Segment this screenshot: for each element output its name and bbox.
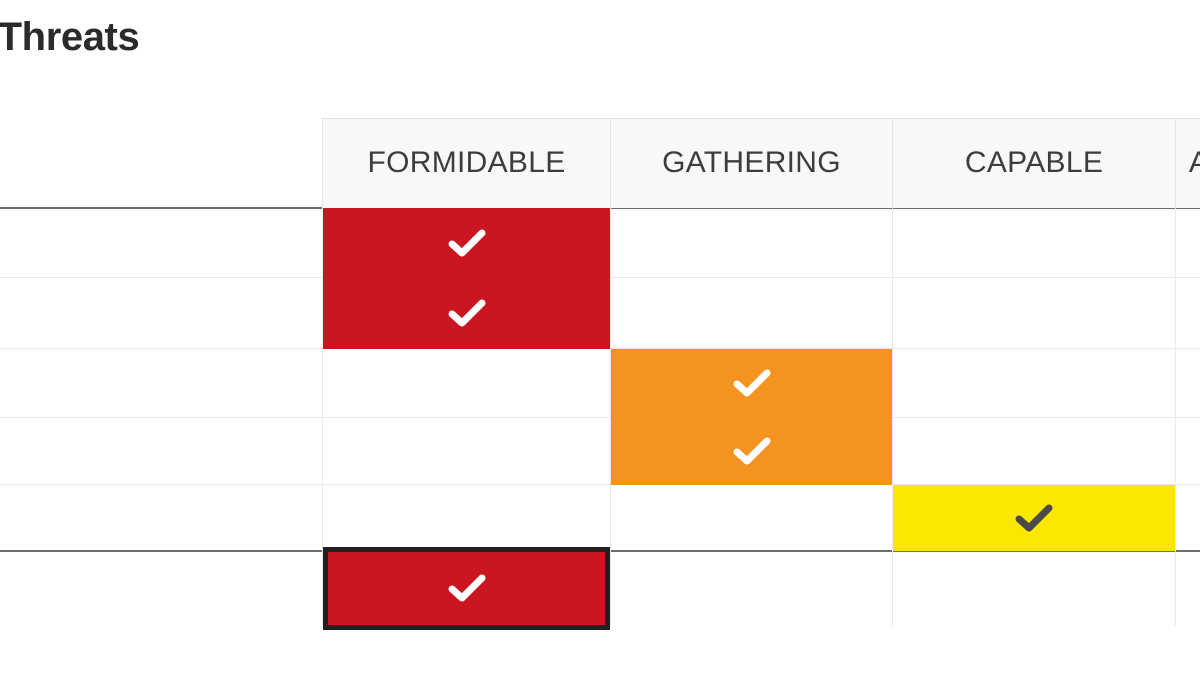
check-icon — [733, 369, 770, 397]
cell-a-row2[interactable] — [1175, 277, 1200, 349]
marked-cell-highlighted[interactable] — [323, 546, 610, 630]
table-row — [322, 546, 1200, 630]
cell-gathering-row1[interactable] — [610, 207, 893, 278]
check-icon — [733, 437, 770, 465]
column-header-a[interactable]: A — [1175, 118, 1200, 208]
cell-formidable-row1[interactable] — [322, 207, 611, 278]
check-icon — [448, 299, 485, 327]
threat-matrix-table: FORMIDABLE GATHERING CAPABLE A — [322, 118, 1200, 630]
column-header-gathering[interactable]: GATHERING — [610, 118, 893, 208]
cell-gathering-row5[interactable] — [610, 484, 893, 551]
cell-capable-row4[interactable] — [892, 417, 1176, 485]
screenshot-root: f Threats FORMIDABLE GATHERING CAPABLE A — [0, 0, 1200, 675]
cell-gathering-row2[interactable] — [610, 277, 893, 349]
cell-a-row4[interactable] — [1175, 417, 1200, 485]
marked-cell-red[interactable] — [323, 277, 610, 349]
page-title: f Threats — [0, 15, 140, 59]
cell-capable-row6[interactable] — [892, 550, 1176, 626]
table-row — [322, 348, 1200, 418]
cell-formidable-row6[interactable] — [322, 546, 611, 630]
cell-a-row5[interactable] — [1175, 484, 1200, 551]
cell-capable-row2[interactable] — [892, 277, 1176, 349]
cell-a-row3[interactable] — [1175, 348, 1200, 418]
table-row — [322, 277, 1200, 349]
table-body — [322, 207, 1200, 630]
check-icon — [1015, 504, 1053, 531]
check-icon — [448, 229, 485, 256]
cell-formidable-row4[interactable] — [322, 417, 611, 485]
check-icon — [448, 574, 485, 602]
cell-capable-row3[interactable] — [892, 348, 1176, 418]
cell-formidable-row2[interactable] — [322, 277, 611, 349]
marked-cell-orange[interactable] — [611, 348, 892, 418]
cell-gathering-row6[interactable] — [610, 550, 893, 626]
cell-gathering-row4[interactable] — [610, 417, 893, 485]
marked-cell-red[interactable] — [323, 207, 610, 278]
column-header-capable[interactable]: CAPABLE — [892, 118, 1176, 208]
cell-a-row1[interactable] — [1175, 207, 1200, 278]
table-header-row: FORMIDABLE GATHERING CAPABLE A — [322, 118, 1200, 208]
table-row — [322, 207, 1200, 278]
table-row — [322, 417, 1200, 485]
cell-formidable-row3[interactable] — [322, 348, 611, 418]
table-row — [322, 484, 1200, 551]
marked-cell-orange[interactable] — [611, 417, 892, 485]
column-header-formidable[interactable]: FORMIDABLE — [322, 118, 611, 208]
cell-a-row6[interactable] — [1175, 550, 1200, 626]
cell-capable-row1[interactable] — [892, 207, 1176, 278]
cell-formidable-row5[interactable] — [322, 484, 611, 551]
cell-gathering-row3[interactable] — [610, 348, 893, 418]
marked-cell-yellow[interactable] — [893, 484, 1175, 551]
cell-capable-row5[interactable] — [892, 484, 1176, 551]
